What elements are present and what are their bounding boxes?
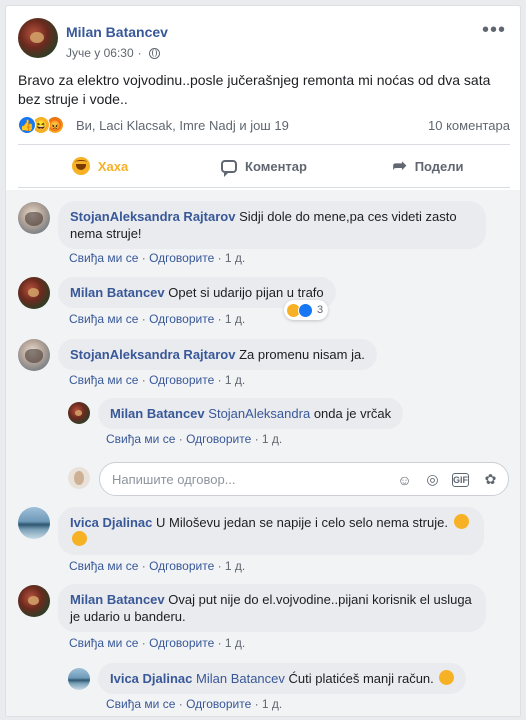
comments-count[interactable]: 10 коментара <box>428 118 510 133</box>
post-actions: Хаха Коментар ➦ Подели <box>18 144 510 188</box>
reply-link[interactable]: Одговорите <box>149 636 214 650</box>
separator: · <box>137 46 142 60</box>
comment-time[interactable]: 1 д. <box>225 312 245 326</box>
reply-avatar[interactable] <box>68 402 90 424</box>
comment-meta: Свиђа ми се · Одговорите · 1 д. <box>69 636 246 650</box>
gif-icon[interactable]: GIF <box>452 473 469 487</box>
post-time[interactable]: Јуче у 06:30 <box>66 46 134 60</box>
emoji-icon[interactable]: ☺ <box>396 471 413 488</box>
rofl-emoji-icon <box>72 531 87 546</box>
reply-link[interactable]: Одговорите <box>149 312 214 326</box>
comment-text: U Miloševu jedan se napije i celo selo n… <box>156 515 448 530</box>
share-button[interactable]: ➦ Подели <box>346 145 510 187</box>
comment-bubble: Ivica Djalinac U Miloševu jedan se napij… <box>58 507 484 555</box>
haha-button[interactable]: Хаха <box>18 145 182 187</box>
reply-link[interactable]: Одговорите <box>149 559 214 573</box>
comment-meta: Свиђа ми се · Одговорите · 1 д. <box>69 312 246 326</box>
laughing-emoji-icon <box>439 670 455 685</box>
comment-avatar[interactable] <box>18 339 50 371</box>
like-link[interactable]: Свиђа ми се <box>69 312 138 326</box>
reply-input-box[interactable]: ☺ ◎ GIF ✿ <box>99 462 509 496</box>
haha-icon <box>71 157 90 175</box>
comment-avatar[interactable] <box>18 507 50 539</box>
like-link[interactable]: Свиђа ми се <box>106 432 175 446</box>
comment-reaction-badge[interactable]: 3 <box>284 300 329 320</box>
post-meta: Јуче у 06:30 · <box>66 46 160 60</box>
reply-text: onda je vrčak <box>313 406 392 421</box>
comment-avatar[interactable] <box>18 202 50 234</box>
comment-time[interactable]: 1 д. <box>225 251 245 265</box>
reply-bubble: Milan Batancev StojanAleksandra onda je … <box>98 398 404 429</box>
laughing-emoji-icon <box>453 514 469 529</box>
like-link[interactable]: Свиђа ми се <box>69 636 138 650</box>
comment-author[interactable]: StojanAleksandra Rajtarov <box>70 209 235 224</box>
share-label: Подели <box>414 158 464 174</box>
post-header: Milan Batancev Јуче у 06:30 · ••• <box>18 18 508 66</box>
comment-time[interactable]: 1 д. <box>225 373 245 387</box>
comment-meta: Свиђа ми се · Одговорите · 1 д. <box>69 373 246 387</box>
comment-bubble: Milan Batancev Ovaj put nije do el.vojvo… <box>58 584 486 632</box>
like-link[interactable]: Свиђа ми се <box>69 373 138 387</box>
post-author-avatar[interactable] <box>18 18 58 58</box>
comment-text: Za promenu nisam ja. <box>239 347 365 362</box>
sticker-icon[interactable]: ✿ <box>482 471 499 488</box>
camera-icon[interactable]: ◎ <box>424 471 441 488</box>
comment-time[interactable]: 1 д. <box>225 559 245 573</box>
comment-author[interactable]: Milan Batancev <box>70 285 165 300</box>
reply-link[interactable]: Одговорите <box>186 697 251 711</box>
comment-meta: Свиђа ми се · Одговорите · 1 д. <box>69 251 246 265</box>
like-icon: 👍 <box>18 116 36 134</box>
like-link[interactable]: Свиђа ми се <box>106 697 175 711</box>
comment-author[interactable]: Ivica Djalinac <box>70 515 152 530</box>
post-card: Milan Batancev Јуче у 06:30 · ••• Bravo … <box>5 5 521 717</box>
reply-time[interactable]: 1 д. <box>262 697 282 711</box>
post-text: Bravo za elektro vojvodinu..posle jučera… <box>18 72 491 107</box>
comment-label: Коментар <box>245 158 307 174</box>
like-icon <box>298 302 313 318</box>
reply-meta: Свиђа ми се · Одговорите · 1 д. <box>106 432 283 446</box>
reaction-icons[interactable]: 👍 😆 😡 <box>18 116 64 134</box>
reply-bubble: Ivica Djalinac Milan Batancev Ćuti plati… <box>98 663 467 694</box>
comment-time[interactable]: 1 д. <box>225 636 245 650</box>
reply-author[interactable]: Ivica Djalinac <box>110 671 192 686</box>
reply-link[interactable]: Одговорите <box>186 432 251 446</box>
haha-label: Хаха <box>97 158 129 174</box>
comment-text: Opet si udarijo pijan u trafo <box>168 285 324 300</box>
comment-meta: Свиђа ми се · Одговорите · 1 д. <box>69 559 246 573</box>
like-link[interactable]: Свиђа ми се <box>69 559 138 573</box>
reply-mention[interactable]: Milan Batancev <box>196 671 285 686</box>
reply-avatar[interactable] <box>68 668 90 690</box>
reply-input[interactable] <box>112 470 372 488</box>
share-icon: ➦ <box>392 156 407 175</box>
current-user-avatar <box>68 467 90 489</box>
reply-time[interactable]: 1 д. <box>262 432 282 446</box>
reply-text: Ćuti platićeš manji račun. <box>288 671 434 686</box>
comment-avatar[interactable] <box>18 277 50 309</box>
reply-mention[interactable]: StojanAleksandra <box>208 406 310 421</box>
like-link[interactable]: Свиђа ми се <box>69 251 138 265</box>
post-author-name[interactable]: Milan Batancev <box>66 24 168 40</box>
reply-link[interactable]: Одговорите <box>149 373 214 387</box>
comment-author[interactable]: Milan Batancev <box>70 592 165 607</box>
comment-author[interactable]: StojanAleksandra Rajtarov <box>70 347 235 362</box>
comment-button[interactable]: Коментар <box>182 145 346 187</box>
reaction-names[interactable]: Ви, Laci Klacsak, Imre Nadj и још 19 <box>76 118 289 133</box>
globe-icon <box>148 47 160 59</box>
comment-bubble: StojanAleksandra Rajtarov Sidji dole do … <box>58 201 486 249</box>
reactions-summary: 👍 😆 😡 Ви, Laci Klacsak, Imre Nadj и још … <box>18 116 510 136</box>
reaction-count: 3 <box>317 304 324 316</box>
comment-bubble: StojanAleksandra Rajtarov Za promenu nis… <box>58 339 377 370</box>
reply-link[interactable]: Одговорите <box>149 251 214 265</box>
reply-author[interactable]: Milan Batancev <box>110 406 205 421</box>
more-icon[interactable]: ••• <box>482 20 506 40</box>
comments-section: StojanAleksandra Rajtarov Sidji dole do … <box>6 190 520 716</box>
reply-meta: Свиђа ми се · Одговорите · 1 д. <box>106 697 283 711</box>
comment-icon <box>221 159 238 177</box>
comment-avatar[interactable] <box>18 585 50 617</box>
